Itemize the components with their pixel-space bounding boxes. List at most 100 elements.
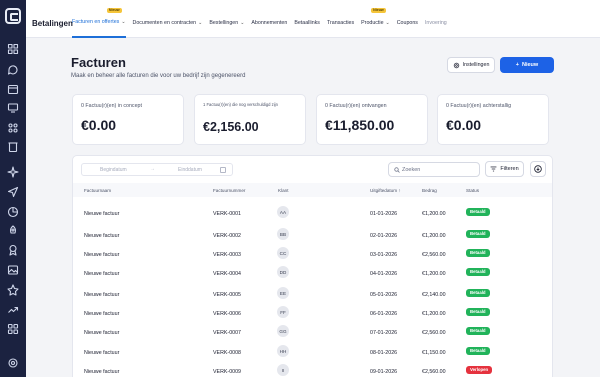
nav-tab-label: Transacties [326, 19, 355, 26]
nav-tab-6[interactable]: Productie ⌄ Nieuw [361, 0, 390, 38]
filter-button[interactable]: Filteren [485, 161, 524, 177]
invoice-amount: €1,200.00 [422, 211, 446, 217]
client-avatar: HH [277, 345, 289, 357]
nav-tab-5[interactable]: Transacties [327, 0, 354, 38]
page-title: Facturen [71, 55, 126, 70]
stat-card-label: 1 Factuu(r)(en) die nog verschuldigd zij… [203, 102, 278, 107]
nav-tab-7[interactable]: Coupons [397, 0, 418, 38]
invoice-name: Nieuwe factuur [84, 350, 120, 356]
nav-tab-label: Coupons [396, 19, 418, 26]
column-header-status[interactable]: Status [466, 188, 479, 193]
send-icon[interactable] [7, 186, 19, 198]
table-row[interactable]: Nieuwe factuur VERK-0006 06-01-2026 €1,200.… [73, 306, 552, 324]
invoice-number: VERK-0008 [213, 350, 241, 356]
chart-icon[interactable] [7, 206, 19, 218]
nav-tab-label: Abonnementen [251, 19, 288, 26]
rocket-icon[interactable] [7, 225, 19, 237]
stat-card-value: €0.00 [81, 117, 117, 133]
invoice-amount: €1,200.00 [422, 271, 446, 277]
table-row[interactable]: Nieuwe factuur VERK-0008 08-01-2026 €1,150.… [73, 345, 552, 363]
search-input[interactable]: Zoeken [388, 162, 480, 177]
download-icon [534, 165, 542, 173]
grid-icon[interactable] [7, 43, 19, 55]
calendar-icon[interactable] [220, 167, 226, 173]
nav-tab-4[interactable]: Betaallinks [294, 0, 320, 38]
nav-tab-2[interactable]: Bestellingen ⌄ [209, 0, 244, 38]
invoice-name: Nieuwe factuur [84, 252, 120, 258]
nav-tab-1[interactable]: Documenten en contracten ⌄ [133, 0, 203, 38]
issue-date: 08-01-2026 [370, 350, 398, 356]
sidebar [0, 0, 26, 377]
stat-card-received[interactable]: 0 Factuu(r)(en) ontvangen €11,850.00 [316, 94, 428, 145]
invoice-number: VERK-0009 [213, 369, 241, 375]
nav-tab-3[interactable]: Abonnementen [251, 0, 287, 38]
calendar-icon[interactable] [7, 83, 19, 95]
download-button[interactable] [530, 161, 546, 177]
new-invoice-button[interactable]: + Nieuw [500, 57, 554, 73]
column-header-name[interactable]: Factuurnaam [84, 188, 111, 193]
invoice-number: VERK-0003 [213, 252, 241, 258]
status-badge: Verlopen [466, 366, 493, 374]
nav-tab-8[interactable]: Invoering [425, 0, 447, 38]
column-header-date[interactable]: Uitgiftedatum ↑ [370, 188, 401, 193]
nav-tab-label: Documenten en contracten [132, 19, 197, 26]
monitor-icon[interactable] [7, 102, 19, 114]
table-row[interactable]: Nieuwe factuur VERK-0007 07-01-2026 €2,560.… [73, 325, 552, 343]
sparkle-icon[interactable] [7, 166, 19, 178]
issue-date: 01-01-2026 [370, 211, 398, 217]
invoice-table-panel: Begindatum → Einddatum Zoeken Filteren F… [72, 155, 553, 377]
table-row[interactable]: Nieuwe factuur VERK-0003 03-01-2026 €2,560.… [73, 247, 552, 265]
table-row[interactable]: Nieuwe factuur VERK-0004 04-01-2026 €1,200.… [73, 266, 552, 284]
settings-button[interactable]: Instellingen [447, 57, 495, 73]
issue-date: 03-01-2026 [370, 252, 398, 258]
apps-icon[interactable] [7, 323, 19, 335]
table-row[interactable]: Nieuwe factuur VERK-0009 09-01-2026 €2,560.… [73, 364, 552, 377]
image-icon[interactable] [7, 264, 19, 276]
column-header-amount[interactable]: Bedrag [422, 188, 437, 193]
invoice-amount: €2,560.00 [422, 252, 446, 258]
star-icon[interactable] [7, 284, 19, 296]
invoice-amount: €2,560.00 [422, 369, 446, 375]
client-avatar: CC [277, 247, 289, 259]
nav-tab-label: Bestellingen [209, 19, 239, 26]
start-date-input[interactable]: Begindatum [100, 167, 127, 173]
page-subtitle: Maak en beheer alle facturen die voor uw… [71, 73, 246, 79]
trend-icon[interactable] [7, 304, 19, 316]
issue-date: 02-01-2026 [370, 233, 398, 239]
chevron-down-icon: ⌄ [240, 19, 245, 26]
invoice-name: Nieuwe factuur [84, 211, 120, 217]
stat-card-due[interactable]: 1 Factuu(r)(en) die nog verschuldigd zij… [194, 94, 306, 145]
invoice-name: Nieuwe factuur [84, 330, 120, 336]
invoice-number: VERK-0006 [213, 311, 241, 317]
column-header-client[interactable]: Klant [278, 188, 288, 193]
settings-icon[interactable] [7, 357, 19, 369]
status-badge: Betaald [466, 308, 490, 316]
column-header-number[interactable]: Factuurnummer [213, 188, 245, 193]
filter-button-label: Filteren [500, 166, 519, 172]
status-badge: Betaald [466, 268, 490, 276]
app-logo[interactable] [5, 8, 21, 24]
puzzle-icon[interactable] [7, 122, 19, 134]
invoice-name: Nieuwe factuur [84, 233, 120, 239]
stat-card-value: €0.00 [446, 117, 482, 133]
table-row[interactable]: Nieuwe factuur VERK-0001 01-01-2026 €1,200.… [73, 206, 552, 224]
status-badge: Betaald [466, 249, 490, 257]
end-date-input[interactable]: Einddatum [178, 167, 202, 173]
stat-card-overdue[interactable]: 0 Factuu(r)(en) achterstallig €0.00 [437, 94, 549, 145]
nav-tab-0[interactable]: Facturen en offertes ⌄ Nieuw [72, 0, 126, 38]
status-badge: Betaald [466, 327, 490, 335]
chevron-down-icon: ⌄ [121, 18, 126, 25]
chevron-down-icon: ⌄ [198, 19, 203, 26]
issue-date: 04-01-2026 [370, 271, 398, 277]
invoice-number: VERK-0004 [213, 271, 241, 277]
date-range-picker[interactable]: Begindatum → Einddatum [81, 163, 233, 176]
table-row[interactable]: Nieuwe factuur VERK-0005 05-01-2026 €2,140.… [73, 287, 552, 305]
table-row[interactable]: Nieuwe factuur VERK-0002 02-01-2026 €1,200.… [73, 228, 552, 246]
nav-tab-label: Betaallinks [294, 19, 320, 26]
stat-card-draft[interactable]: 0 Factuu(r)(en) in concept €0.00 [72, 94, 184, 145]
award-icon[interactable] [7, 244, 19, 256]
chat-icon[interactable] [7, 64, 19, 76]
trash-icon[interactable] [7, 141, 19, 153]
search-placeholder: Zoeken [402, 167, 421, 173]
filter-icon [490, 166, 497, 172]
